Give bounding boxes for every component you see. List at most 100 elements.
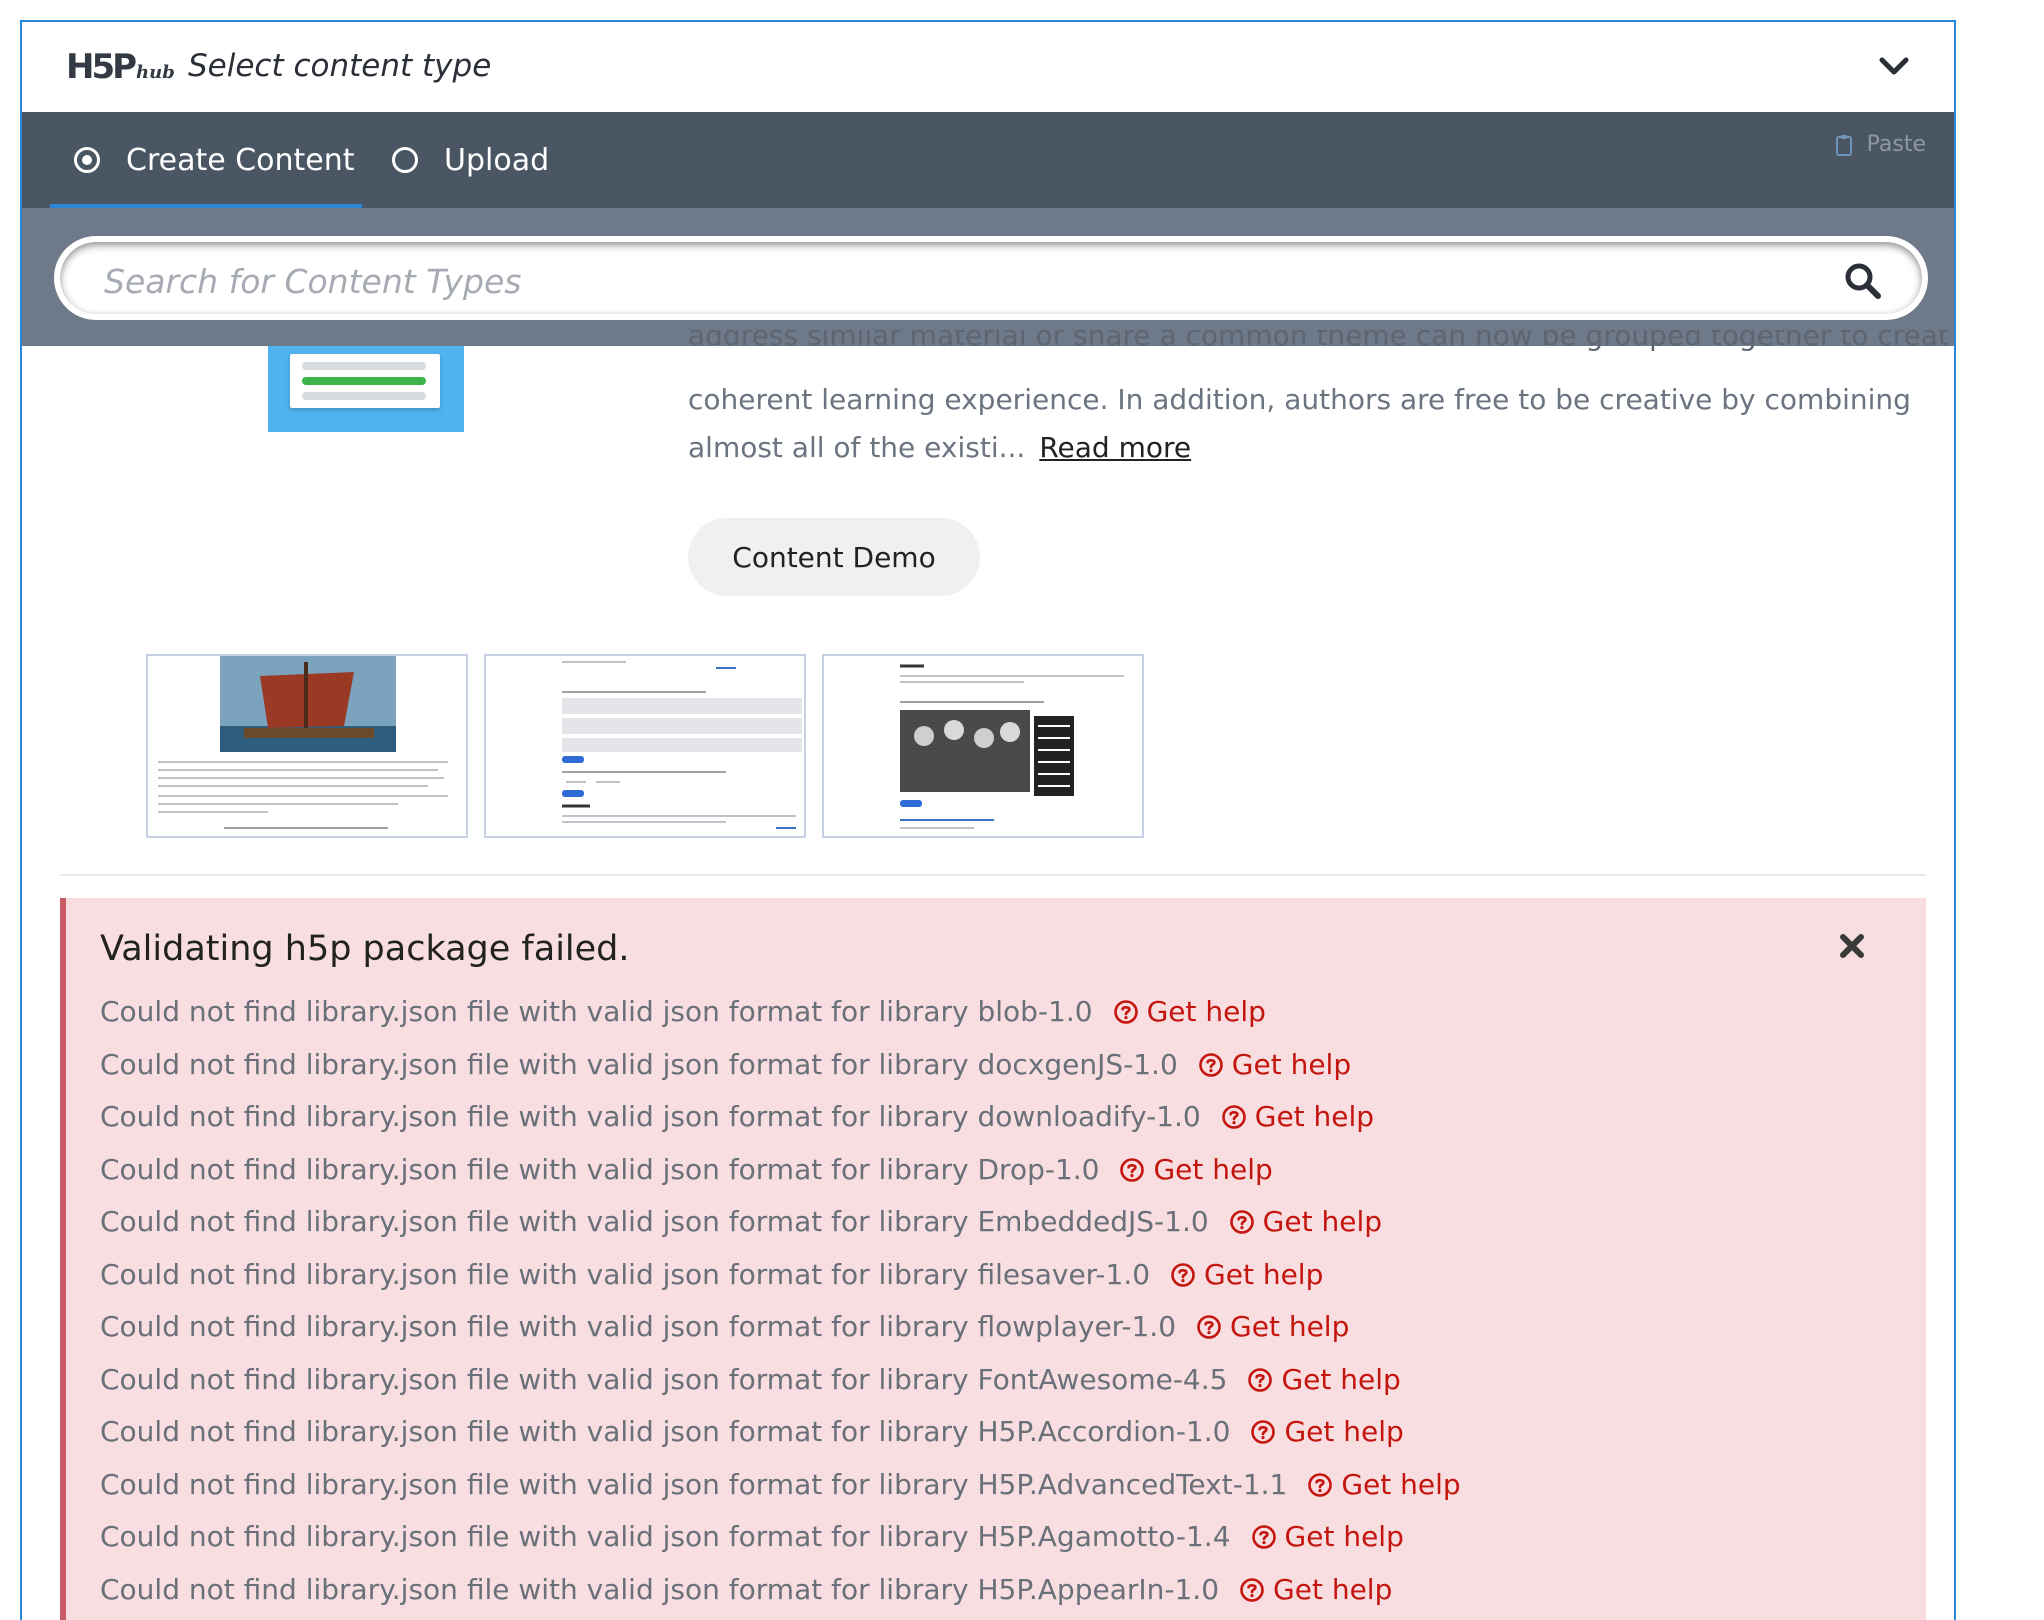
question-circle-icon (1120, 1157, 1145, 1182)
error-message-text: Could not find library.json file with va… (100, 1572, 1220, 1606)
error-message-text: Could not find library.json file with va… (100, 1310, 1177, 1343)
error-message-text: Could not find library.json file with va… (100, 1100, 1201, 1133)
thumbnail-crew-image (900, 664, 1124, 829)
question-circle-icon (1171, 1262, 1195, 1287)
question-circle-icon (1198, 1052, 1223, 1077)
tab-upload[interactable]: Upload (382, 112, 572, 208)
get-help-link[interactable]: Get help (1221, 1091, 1374, 1144)
error-message: Could not find library.json file with va… (100, 1511, 1900, 1564)
error-message: Could not find library.json file with va… (100, 1196, 1900, 1249)
error-message-text: Could not find library.json file with va… (100, 995, 1093, 1028)
hub-header[interactable]: H5P hub Select content type (22, 22, 1954, 112)
radio-selected-icon (74, 147, 100, 173)
get-help-link[interactable]: Get help (1250, 1406, 1404, 1459)
error-message-text: Could not find library.json file with va… (100, 1152, 1100, 1186)
get-help-label: Get help (1204, 1257, 1324, 1291)
question-circle-icon (1251, 1420, 1276, 1445)
error-message-text: Could not find library.json file with va… (100, 1362, 1228, 1396)
get-help-label: Get help (1284, 1415, 1404, 1448)
content-type-icon (268, 346, 464, 432)
get-help-label: Get help (1230, 1310, 1350, 1343)
error-message: Could not find library.json file with va… (100, 1249, 1900, 1302)
question-circle-icon (1229, 1210, 1254, 1235)
content-demo-button[interactable]: Content Demo (688, 518, 980, 596)
radio-empty-icon (392, 147, 418, 173)
screenshot-thumbnail[interactable] (822, 654, 1144, 838)
error-message: Could not find library.json file with va… (100, 1144, 1900, 1197)
get-help-link[interactable]: Get help (1196, 1301, 1349, 1354)
error-message-text: Could not find library.json file with va… (100, 1257, 1151, 1291)
read-more-link[interactable]: Read more (1039, 431, 1191, 464)
error-message: Could not find library.json file with va… (100, 1354, 1900, 1407)
screenshot-thumbnail[interactable] (484, 654, 806, 838)
tab-create-content[interactable]: Create Content (50, 112, 362, 208)
tab-bar: Create Content Upload Paste (22, 112, 1954, 209)
preview-bar (302, 362, 426, 370)
error-message: Could not find library.json file with va… (100, 1091, 1900, 1144)
get-help-link[interactable]: Get help (1239, 1564, 1392, 1617)
error-message: Could not find library.json file with va… (100, 1459, 1900, 1512)
error-message: Could not find library.json file with va… (100, 1616, 1900, 1620)
get-help-label: Get help (1231, 1047, 1352, 1081)
get-help-label: Get help (1227, 1616, 1346, 1620)
thumbnail-quiz-image (562, 661, 802, 829)
error-message: Could not find library.json file with va… (100, 1406, 1900, 1459)
preview-bar (302, 392, 426, 400)
search-bar (22, 208, 1954, 346)
error-message: Could not find library.json file with va… (100, 1039, 1900, 1092)
get-help-link[interactable]: Get help (1229, 1196, 1382, 1249)
preview-card (290, 354, 440, 408)
search-box (54, 236, 1928, 320)
get-help-label: Get help (1153, 1152, 1273, 1186)
hub-title: Select content type (188, 48, 492, 84)
clipboard-icon (1835, 134, 1852, 156)
screenshot-thumbnail[interactable] (146, 654, 468, 838)
error-message-text: Could not find library.json file with va… (100, 1616, 1173, 1620)
question-circle-icon (1221, 1105, 1246, 1130)
get-help-label: Get help (1273, 1572, 1393, 1606)
question-circle-icon (1248, 1367, 1273, 1392)
error-message-text: Could not find library.json file with va… (100, 1415, 1231, 1448)
question-circle-icon (1240, 1577, 1264, 1602)
get-help-label: Get help (1341, 1467, 1461, 1501)
h5p-hub-panel: H5P hub Select content type Create Conte… (20, 20, 1956, 1620)
logo-sub: hub (136, 62, 175, 83)
get-help-link[interactable]: Get help (1119, 1144, 1273, 1197)
error-message-text: Could not find library.json file with va… (100, 1047, 1178, 1081)
question-circle-icon (1251, 1525, 1276, 1550)
get-help-link[interactable]: Get help (1307, 1459, 1461, 1512)
search-input[interactable] (102, 252, 1806, 310)
logo-main: H5P (66, 47, 137, 87)
paste-label: Paste (1866, 132, 1926, 157)
paste-button[interactable]: Paste (1835, 132, 1926, 157)
error-message-list: Could not find library.json file with va… (100, 986, 1900, 1620)
tab-label: Upload (444, 142, 550, 178)
preview-bar-correct (302, 377, 426, 385)
error-message-text: Could not find library.json file with va… (100, 1467, 1288, 1501)
tab-label: Create Content (126, 142, 355, 178)
get-help-link[interactable]: Get help (1113, 986, 1266, 1039)
error-message-text: Could not find library.json file with va… (100, 1205, 1209, 1238)
question-circle-icon (1308, 1472, 1333, 1497)
get-help-link[interactable]: Get help (1170, 1249, 1323, 1302)
error-alert: Validating h5p package failed. Could not… (60, 898, 1926, 1620)
error-message: Could not find library.json file with va… (100, 986, 1900, 1039)
get-help-link[interactable]: Get help (1247, 1354, 1401, 1407)
question-circle-icon (1113, 1000, 1138, 1025)
alert-title: Validating h5p package failed. (100, 929, 630, 969)
search-icon[interactable] (1844, 262, 1882, 300)
question-circle-icon (1197, 1315, 1221, 1340)
chevron-down-icon[interactable] (1876, 50, 1912, 82)
error-message: Could not find library.json file with va… (100, 1301, 1900, 1354)
section-divider (60, 874, 1926, 876)
h5p-hub-logo: H5P hub (66, 46, 175, 86)
error-message: Could not find library.json file with va… (100, 1564, 1900, 1617)
get-help-label: Get help (1262, 1205, 1382, 1238)
close-icon[interactable] (1838, 932, 1866, 960)
get-help-link[interactable]: Get help (1251, 1511, 1404, 1564)
get-help-link[interactable]: Get help (1198, 1039, 1351, 1092)
get-help-link[interactable]: Get help (1193, 1616, 1346, 1620)
description-text: coherent learning experience. In additio… (688, 383, 1911, 464)
get-help-label: Get help (1281, 1362, 1401, 1396)
content-type-description: coherent learning experience. In additio… (688, 376, 1938, 472)
